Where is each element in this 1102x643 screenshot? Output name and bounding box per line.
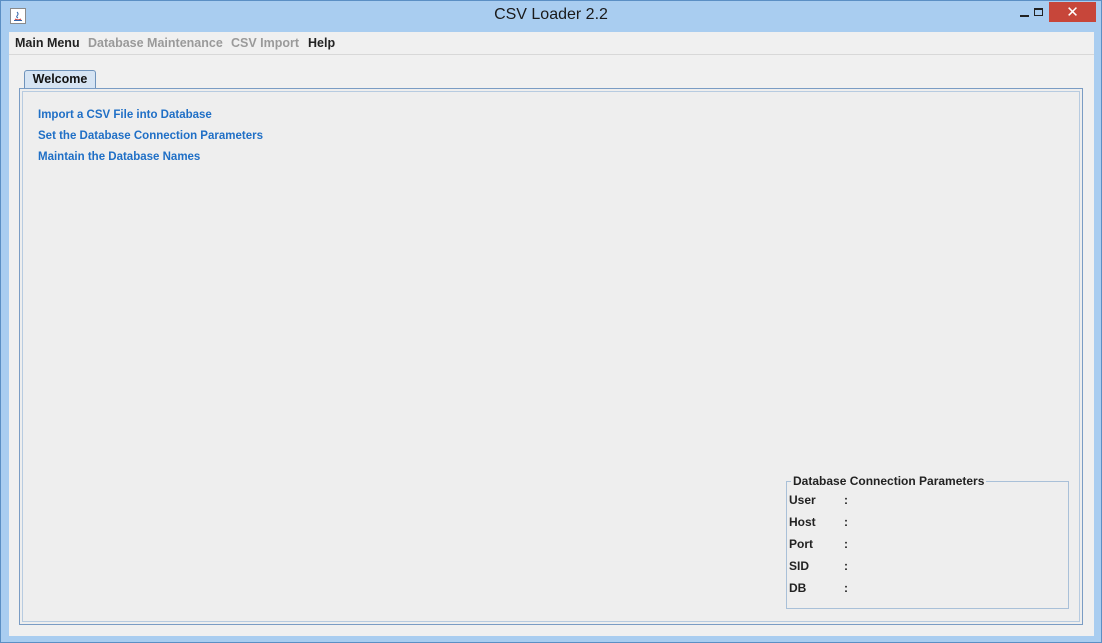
menu-bar: Main Menu Database Maintenance CSV Impor… bbox=[9, 32, 1094, 55]
app-window: CSV Loader 2.2 ✕ Main Menu Database Main… bbox=[0, 0, 1102, 643]
window-title: CSV Loader 2.2 bbox=[494, 6, 608, 23]
sid-separator: : bbox=[844, 559, 848, 573]
menu-database-maintenance[interactable]: Database Maintenance bbox=[88, 36, 223, 50]
user-separator: : bbox=[844, 493, 848, 507]
host-separator: : bbox=[844, 515, 848, 529]
db-label: DB bbox=[789, 581, 807, 595]
import-csv-link[interactable]: Import a CSV File into Database bbox=[38, 109, 212, 121]
maximize-icon bbox=[1033, 8, 1043, 16]
sid-label: SID bbox=[789, 559, 810, 573]
db-separator: : bbox=[844, 581, 848, 595]
menu-csv-import[interactable]: CSV Import bbox=[231, 36, 299, 50]
tab-welcome[interactable]: Welcome bbox=[24, 70, 96, 88]
client-area: Main Menu Database Maintenance CSV Impor… bbox=[9, 32, 1094, 636]
close-icon: ✕ bbox=[1066, 2, 1079, 21]
host-label: Host bbox=[789, 515, 816, 529]
close-button[interactable]: ✕ bbox=[1049, 2, 1096, 22]
port-separator: : bbox=[844, 537, 848, 551]
menu-main-menu[interactable]: Main Menu bbox=[15, 36, 80, 50]
connection-parameters-link[interactable]: Set the Database Connection Parameters bbox=[38, 130, 263, 142]
welcome-panel-border: Import a CSV File into Database Set the … bbox=[22, 91, 1080, 622]
connection-parameters-group: Database Connection Parameters User : Ho… bbox=[786, 474, 1069, 609]
port-label: Port bbox=[789, 537, 813, 551]
welcome-panel: Import a CSV File into Database Set the … bbox=[19, 88, 1083, 625]
connection-parameters-title: Database Connection Parameters bbox=[791, 474, 987, 488]
user-label: User bbox=[789, 493, 816, 507]
title-bar[interactable]: CSV Loader 2.2 ✕ bbox=[1, 1, 1101, 31]
database-names-link[interactable]: Maintain the Database Names bbox=[38, 151, 200, 163]
menu-help[interactable]: Help bbox=[308, 36, 335, 50]
